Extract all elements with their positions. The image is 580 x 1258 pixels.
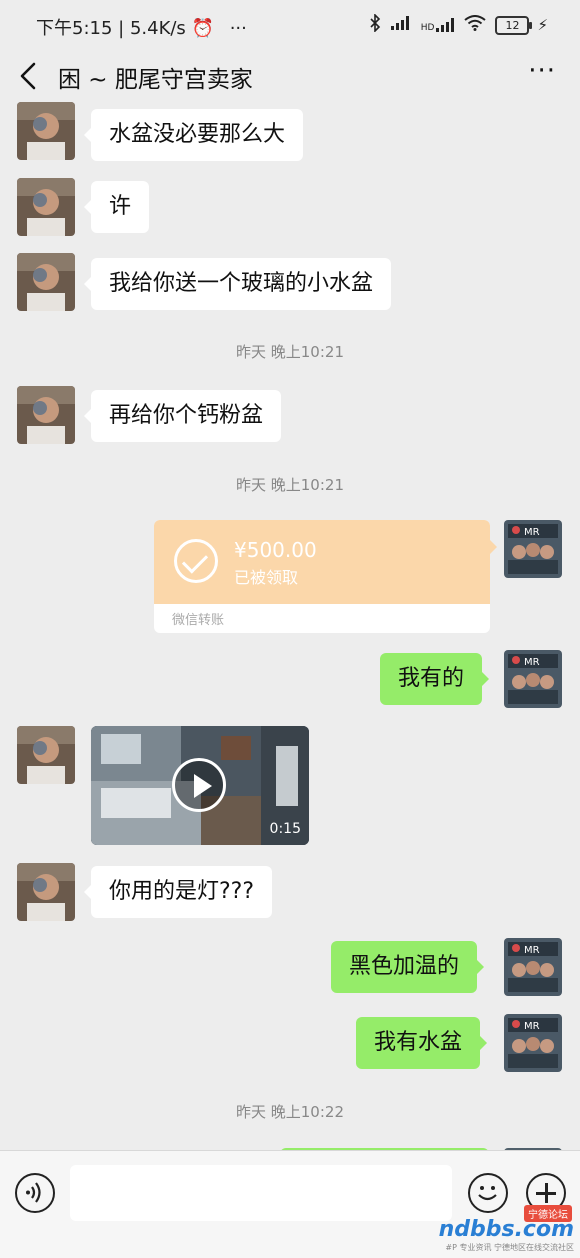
- transfer-label: 微信转账: [172, 613, 225, 628]
- alarm-icon: ⏰: [191, 18, 214, 39]
- hd-signal-icon: HD: [421, 17, 456, 33]
- charging-icon: ⚡: [537, 16, 548, 34]
- message-bubble-outgoing[interactable]: 黑色加温的: [331, 941, 485, 993]
- message-bubble-incoming[interactable]: 许: [83, 181, 150, 233]
- video-message[interactable]: 0:15: [91, 726, 309, 845]
- voice-input-button[interactable]: [15, 1173, 55, 1213]
- status-right: HD 12 ⚡: [369, 13, 548, 36]
- transfer-tail: [490, 540, 497, 554]
- check-circle-icon: [174, 539, 218, 583]
- my-avatar[interactable]: MR: [504, 938, 562, 996]
- wifi-icon: [464, 15, 487, 35]
- watermark-tag: 宁德论坛: [524, 1205, 572, 1222]
- signal-icon: [390, 15, 412, 35]
- status-time: 下午5:15: [36, 18, 113, 39]
- more-options-button[interactable]: ···: [528, 56, 556, 86]
- more-notifications-icon: ···: [229, 18, 247, 39]
- my-avatar[interactable]: MR: [504, 650, 562, 708]
- battery-level: 12: [495, 15, 533, 35]
- svg-text:MR: MR: [524, 657, 540, 668]
- svg-text:MR: MR: [524, 1021, 540, 1032]
- contact-avatar[interactable]: [17, 726, 75, 784]
- transfer-card[interactable]: ¥500.00 已被领取 微信转账: [154, 520, 490, 633]
- watermark-subtitle: #P 专业资讯 宁德地区在线交流社区: [445, 1243, 574, 1252]
- contact-avatar[interactable]: [17, 178, 75, 236]
- my-avatar[interactable]: MR: [504, 1014, 562, 1072]
- contact-avatar[interactable]: [17, 253, 75, 311]
- my-avatar[interactable]: MR: [504, 520, 562, 578]
- back-button[interactable]: [14, 58, 46, 94]
- voice-icon: [26, 1182, 41, 1203]
- transfer-card-top: ¥500.00 已被领取: [154, 520, 490, 604]
- message-timestamp: 昨天 晚上10:21: [236, 476, 344, 494]
- transfer-amount: ¥500.00: [234, 538, 317, 562]
- message-bubble-incoming[interactable]: 你用的是灯???: [83, 866, 273, 918]
- chat-header: 困 ~ 肥尾守宫卖家 ···: [0, 52, 580, 102]
- message-bubble-outgoing[interactable]: 我有的: [380, 653, 490, 705]
- message-bubble-incoming[interactable]: 水盆没必要那么大: [83, 109, 304, 161]
- contact-avatar[interactable]: [17, 386, 75, 444]
- contact-avatar[interactable]: [17, 863, 75, 921]
- transfer-status: 已被领取: [234, 568, 299, 587]
- message-bubble-outgoing[interactable]: 我有水盆: [356, 1017, 488, 1069]
- battery-icon: 12 ⚡: [495, 15, 548, 35]
- status-speed: 5.4K/s: [129, 18, 186, 39]
- status-bar: 下午5:15 | 5.4K/s ⏰ ··· HD 12 ⚡: [0, 0, 580, 52]
- message-timestamp: 昨天 晚上10:22: [236, 1103, 344, 1121]
- message-timestamp: 昨天 晚上10:21: [236, 343, 344, 361]
- chat-title: 困 ~ 肥尾守宫卖家: [58, 67, 253, 93]
- svg-text:MR: MR: [524, 527, 540, 538]
- emoji-icon: [478, 1186, 497, 1201]
- contact-avatar[interactable]: [17, 102, 75, 160]
- message-bubble-incoming[interactable]: 再给你个钙粉盆: [83, 390, 282, 442]
- svg-text:MR: MR: [524, 945, 540, 956]
- message-input[interactable]: [70, 1165, 452, 1221]
- video-duration: 0:15: [269, 821, 301, 837]
- emoji-button[interactable]: [468, 1173, 508, 1213]
- bluetooth-icon: [369, 13, 381, 36]
- message-bubble-incoming[interactable]: 我给你送一个玻璃的小水盆: [83, 258, 392, 310]
- status-left: 下午5:15 | 5.4K/s ⏰ ···: [36, 18, 247, 39]
- site-watermark: 宁德论坛 ndbbs.com #P 专业资讯 宁德地区在线交流社区: [439, 1205, 574, 1253]
- play-icon[interactable]: [172, 758, 226, 812]
